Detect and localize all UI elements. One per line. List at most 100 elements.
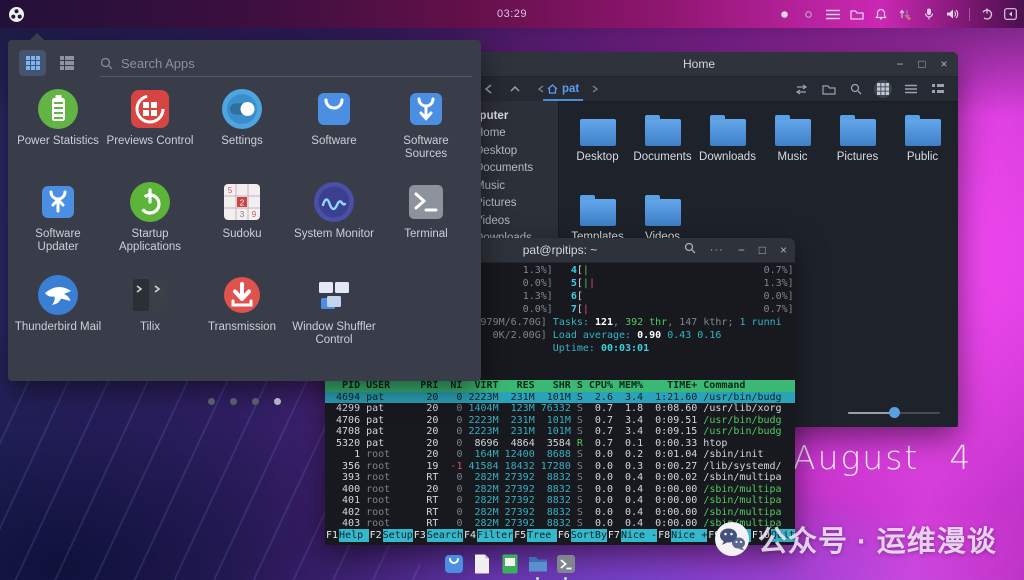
- path-next-icon[interactable]: [586, 80, 604, 98]
- htop-process-row[interactable]: 400 root 20 0 282M 27392 8832 S 0.0 0.4 …: [325, 484, 795, 496]
- minimize-button[interactable]: −: [738, 243, 745, 257]
- app-label: Power Statistics: [12, 135, 104, 148]
- folder-pictures[interactable]: Pictures: [825, 105, 890, 185]
- htop-process-row[interactable]: 401 root RT 0 282M 27392 8832 S 0.0 0.4 …: [325, 495, 795, 507]
- network-icon[interactable]: [897, 7, 912, 22]
- power-icon[interactable]: [979, 7, 994, 22]
- dock-files[interactable]: [527, 553, 549, 575]
- volume-knob[interactable]: [889, 407, 900, 418]
- fkey-sortby[interactable]: F6SortBy: [557, 529, 607, 542]
- tilix-icon: [128, 273, 172, 317]
- page-dot-4[interactable]: [274, 398, 281, 405]
- app-thunderbird-mail[interactable]: Thunderbird Mail: [12, 271, 104, 364]
- search-placeholder: Search Apps: [121, 56, 195, 71]
- view-compact-icon[interactable]: [929, 80, 947, 98]
- dot-off-icon[interactable]: [801, 7, 816, 22]
- up-icon[interactable]: [506, 80, 524, 98]
- folder-desktop[interactable]: Desktop: [565, 105, 630, 185]
- search-field[interactable]: Search Apps: [100, 50, 472, 77]
- fkey-filter[interactable]: F4Filter: [463, 529, 513, 542]
- page-dot-2[interactable]: [230, 398, 237, 405]
- app-software-updater[interactable]: Software Updater: [12, 178, 104, 271]
- folder-downloads[interactable]: Downloads: [695, 105, 760, 185]
- dock: [443, 553, 577, 575]
- minimize-button[interactable]: −: [894, 53, 906, 75]
- search-icon[interactable]: [684, 241, 696, 259]
- thunderbird-icon: [36, 273, 80, 317]
- folder-public[interactable]: Public: [890, 105, 955, 185]
- app-tilix[interactable]: Tilix: [104, 271, 196, 364]
- menu-lines-icon[interactable]: [825, 7, 840, 22]
- page-dot-3[interactable]: [252, 398, 259, 405]
- grid-view-button[interactable]: [19, 50, 46, 76]
- app-terminal[interactable]: Terminal: [380, 178, 472, 271]
- htop-process-row[interactable]: 4706 pat 20 0 2223M 231M 101M S 0.7 3.4 …: [325, 415, 795, 427]
- files-icon[interactable]: [849, 7, 864, 22]
- maximize-button[interactable]: □: [759, 243, 766, 257]
- page-dot-1[interactable]: [208, 398, 215, 405]
- fkey-nice[interactable]: F7Nice -: [607, 529, 657, 542]
- back-icon[interactable]: [480, 80, 498, 98]
- app-previews-control[interactable]: Previews Control: [104, 85, 196, 178]
- app-software-sources[interactable]: Software Sources: [380, 85, 472, 178]
- fkey-help[interactable]: F1Help: [325, 529, 369, 542]
- htop-process-row[interactable]: 393 root RT 0 282M 27392 8832 S 0.0 0.4 …: [325, 472, 795, 484]
- view-list-icon[interactable]: [902, 80, 920, 98]
- file-manager-titlebar[interactable]: Home − □ ×: [440, 52, 958, 77]
- tray-expand-icon[interactable]: [1003, 7, 1018, 22]
- folder-documents[interactable]: Documents: [630, 105, 695, 185]
- dot-on-icon[interactable]: [777, 7, 792, 22]
- folder-label: Downloads: [695, 151, 760, 163]
- sudoku-icon: 2539: [220, 180, 264, 224]
- htop-process-row[interactable]: 4708 pat 20 0 2223M 231M 101M S 0.7 3.4 …: [325, 426, 795, 438]
- app-label: Startup Applications: [104, 228, 196, 254]
- dock-doc-green[interactable]: [499, 553, 521, 575]
- fkey-tree[interactable]: F5Tree: [513, 529, 557, 542]
- view-grid-icon[interactable]: [874, 80, 892, 98]
- category-view-button[interactable]: [53, 50, 80, 76]
- dock-doc-white[interactable]: [471, 553, 493, 575]
- app-sudoku[interactable]: 2539Sudoku: [196, 178, 288, 271]
- path-tab-home[interactable]: pat: [543, 79, 583, 101]
- tray-separator: [969, 8, 970, 21]
- bag-down-icon: [404, 87, 448, 131]
- svg-text:9: 9: [252, 210, 257, 219]
- maximize-button[interactable]: □: [916, 53, 928, 75]
- htop-process-row[interactable]: 1 root 20 0 164M 12400 8688 S 0.0 0.2 0:…: [325, 449, 795, 461]
- htop-process-row[interactable]: 402 root RT 0 282M 27392 8832 S 0.0 0.4 …: [325, 507, 795, 519]
- volume-slider[interactable]: [848, 404, 948, 422]
- app-startup-applications[interactable]: Startup Applications: [104, 178, 196, 271]
- fkey-nice[interactable]: F8Nice +: [657, 529, 707, 542]
- folder-music[interactable]: Music: [760, 105, 825, 185]
- app-software[interactable]: Software: [288, 85, 380, 178]
- folder-label: Pictures: [825, 151, 890, 163]
- watermark: 公众号 · 运维漫谈: [714, 518, 997, 560]
- bell-icon[interactable]: [873, 7, 888, 22]
- htop-table-header[interactable]: PID USER PRI NI VIRT RES SHR S CPU% MEM%…: [325, 380, 795, 392]
- fkey-setup[interactable]: F2Setup: [369, 529, 413, 542]
- dock-terminal[interactable]: [555, 553, 577, 575]
- search-icon[interactable]: [847, 80, 865, 98]
- app-power-statistics[interactable]: Power Statistics: [12, 85, 104, 178]
- speaker-icon[interactable]: [945, 7, 960, 22]
- app-system-monitor[interactable]: System Monitor: [288, 178, 380, 271]
- dock-software[interactable]: [443, 553, 465, 575]
- mic-icon[interactable]: [921, 7, 936, 22]
- close-button[interactable]: ×: [780, 243, 787, 257]
- bag-up-icon: [36, 180, 80, 224]
- menu-dots-icon[interactable]: ···: [710, 244, 724, 256]
- close-button[interactable]: ×: [938, 53, 950, 75]
- app-transmission[interactable]: Transmission: [196, 271, 288, 364]
- new-folder-icon[interactable]: [820, 80, 838, 98]
- desktop-date: August4: [793, 438, 972, 477]
- folder-icon: [580, 119, 616, 146]
- app-settings[interactable]: Settings: [196, 85, 288, 178]
- app-window-shuffler-control[interactable]: Window Shuffler Control: [288, 271, 380, 364]
- swap-icon[interactable]: [792, 80, 810, 98]
- monitor-icon: [312, 180, 356, 224]
- folder-label: Desktop: [565, 151, 630, 163]
- folder-label: Public: [890, 151, 955, 163]
- htop-process-row[interactable]: 356 root 19 -1 41584 18432 17280 S 0.0 0…: [325, 461, 795, 473]
- htop-process-row[interactable]: 5320 pat 20 0 8696 4864 3584 R 0.7 0.1 0…: [325, 438, 795, 450]
- fkey-search[interactable]: F3Search: [413, 529, 463, 542]
